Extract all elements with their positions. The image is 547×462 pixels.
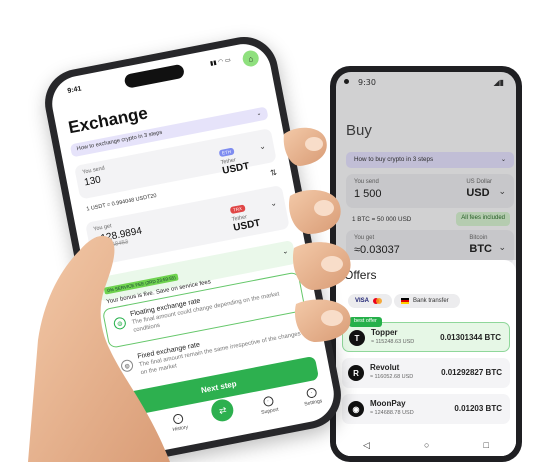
tab-explore[interactable]: ◇ Explore [127,421,148,442]
bank-label: Bank transfer [413,298,449,304]
best-offer-badge: best offer [349,317,382,327]
tab-label: Explore [129,432,148,442]
recents-icon[interactable]: □ [484,440,489,450]
offer-row[interactable]: R Revolut ≈ 116052.68 USD 0.01292827 BTC [342,358,510,388]
exchange-screen: 9:41 ▮▮ ◠ ▭ ⌂ Exchange How to exchange c… [47,39,339,459]
tab-exchange[interactable]: ⇄ [209,397,236,424]
payment-bank-chip[interactable]: Bank transfer [394,294,460,308]
tab-label: History [172,424,189,434]
offer-row[interactable]: ◉ MoonPay ≈ 124688.78 USD 0.01203 BTC [342,394,510,424]
topper-logo-icon: T [349,330,365,346]
network-badge: TRX [229,204,246,215]
signal-icon: ▮▮ ◠ ▭ [209,57,232,68]
chevron-down-icon: ⌄ [269,198,278,209]
compass-icon: ◇ [130,421,143,433]
swap-icon[interactable]: ⇅ [269,168,277,178]
dynamic-island [123,63,186,89]
home-icon[interactable]: ⌂ [241,49,261,68]
back-icon[interactable]: ◁ [363,440,370,451]
unlock-icon: ◍ [112,316,127,331]
iphone: 9:41 ▮▮ ◠ ▭ ⌂ Exchange How to exchange c… [39,31,347,462]
moonpay-logo-icon: ◉ [348,401,364,417]
person-icon: · [305,387,318,399]
home-icon[interactable]: ○ [424,440,429,450]
offer-amount: 0.01301344 BTC [440,333,501,342]
status-time: 9:41 [66,85,83,95]
android-nav-bar: ◁ ○ □ [336,434,516,456]
tab-settings[interactable]: · Settings [302,386,323,408]
tab-history[interactable]: · History [170,413,189,434]
offer-row[interactable]: best offer T Topper ≈ 115248.63 USD 0.01… [342,317,510,352]
offers-title: Offers [344,268,377,282]
android-phone: 9:30 ◢▮ Buy How to buy crypto in 3 steps… [330,66,522,462]
exchange-icon: ⇄ [209,397,236,424]
clock-icon: · [172,413,185,425]
chevron-down-icon: ⌄ [258,141,267,152]
tab-label: Support [260,406,280,416]
scene: 9:30 ◢▮ Buy How to buy crypto in 3 steps… [0,0,547,462]
dim-overlay [336,72,516,260]
tab-label: Settings [303,398,323,408]
lock-icon: ◍ [120,358,135,373]
chevron-down-icon: ⌄ [281,247,289,256]
offer-amount: 0.01203 BTC [454,404,502,413]
visa-label: VISA [355,298,370,304]
buy-screen: 9:30 ◢▮ Buy How to buy crypto in 3 steps… [336,72,516,456]
revolut-logo-icon: R [348,365,364,381]
chevron-down-icon: ⌄ [256,110,262,118]
offers-sheet: Offers VISA Bank transfer best offer T T… [336,260,516,456]
fingernail-shape [305,137,323,151]
chat-icon: · [262,395,274,408]
network-badge: ETH [218,147,235,158]
payment-card-chip[interactable]: VISA [348,294,392,308]
offer-amount: 0.01292827 BTC [441,368,502,377]
tab-support[interactable]: · Support [259,395,280,416]
mastercard-icon [373,298,383,304]
german-flag-icon [401,298,409,304]
